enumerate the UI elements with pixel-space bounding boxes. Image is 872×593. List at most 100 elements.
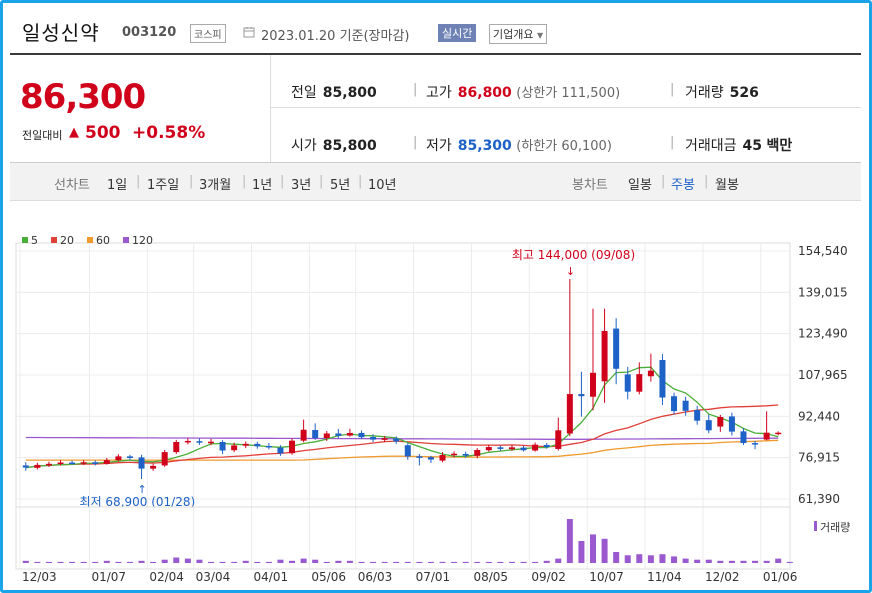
candle-body (22, 465, 29, 468)
candle-body (613, 328, 620, 369)
candle-body (416, 456, 423, 458)
stock-name: 일성신약 (22, 21, 100, 45)
candle-body (451, 453, 458, 456)
prev-close-value: 85,800 (322, 85, 377, 101)
low-label: 저가 (426, 138, 452, 154)
volume-bar (624, 555, 631, 563)
volume-bar (694, 559, 701, 563)
volume-bar (439, 561, 446, 563)
volume-bar (92, 561, 99, 563)
period-10y[interactable]: 10년 (368, 174, 397, 193)
price-panel: 86,300 전일대비 ▲ 500 +0.58% 전일 85,800 | 고가 86… (10, 55, 861, 163)
volume-bar (636, 554, 643, 563)
candle-body (312, 430, 319, 439)
volume-bar (196, 559, 203, 563)
trade-value-value: 45 (742, 138, 763, 154)
period-weekly[interactable]: 주봉 (671, 174, 695, 193)
candle-body (265, 445, 272, 448)
candle-body (335, 433, 342, 436)
volume-value: 526 (729, 85, 759, 101)
candle-body (184, 440, 191, 443)
candle-body (647, 370, 654, 377)
volume-bar (404, 561, 411, 563)
volume-bar (752, 560, 759, 563)
candle-body (242, 443, 249, 446)
period-monthly[interactable]: 월봉 (715, 174, 739, 193)
volume-bar (115, 561, 122, 563)
volume-bar (520, 561, 527, 563)
price-chart: 154,540 139,015 123,490 107,965 92,440 76,915… (15, 234, 850, 584)
candle-body (103, 460, 110, 464)
candle-body (543, 444, 550, 448)
candle-body (740, 431, 747, 444)
volume-bar (763, 560, 770, 563)
volume-bar (335, 560, 342, 563)
candle-body (346, 432, 353, 436)
x-tick-label: 09/02 (531, 570, 566, 584)
volume-bar (485, 561, 492, 563)
y-tick-label: 76,915 (798, 451, 840, 465)
x-tick-label: 01/06 (763, 570, 798, 584)
open-value: 85,800 (322, 138, 377, 154)
line-chart-label: 선차트 (54, 178, 90, 193)
volume-bar (323, 561, 330, 563)
volume-bar (173, 557, 180, 563)
divider: | (136, 174, 141, 189)
volume-bar (22, 560, 29, 563)
candle-body (381, 438, 388, 440)
chevron-down-icon: ▼ (536, 31, 544, 40)
candle-body (231, 445, 238, 451)
candle-body (57, 462, 64, 464)
divider: | (189, 174, 194, 189)
candle-body (717, 416, 724, 427)
lower-limit: (하한가 60,100) (516, 139, 612, 154)
volume-bar (103, 560, 110, 563)
candle-body (289, 440, 296, 454)
legend-label: 60 (96, 234, 110, 247)
prev-day-label: 전일대비 (22, 129, 63, 142)
divider: | (670, 82, 675, 97)
x-tick-label: 10/07 (589, 570, 624, 584)
divider: | (319, 174, 324, 189)
divider: | (358, 174, 363, 189)
period-bar: 선차트 1일 | 1주일 | 3개월 | 1년 | 3년 | 5년 | 10년 … (10, 163, 861, 201)
x-tick-label: 05/06 (311, 570, 346, 584)
volume-bar (578, 541, 585, 563)
period-3y[interactable]: 3년 (291, 174, 311, 193)
volume-bar (740, 560, 747, 563)
legend-label: 20 (60, 234, 74, 247)
volume-bar (312, 559, 319, 563)
volume-label: 거래량 (685, 85, 724, 101)
upper-limit: (상한가 111,500) (516, 86, 621, 101)
x-tick-label: 03/04 (196, 570, 231, 584)
period-5y[interactable]: 5년 (330, 174, 350, 193)
legend-swatch (22, 237, 28, 243)
period-1y[interactable]: 1년 (252, 174, 272, 193)
volume-bar (775, 558, 782, 563)
current-price: 86,300 (20, 77, 146, 117)
volume-legend-label: 거래량 (820, 521, 850, 534)
x-tick-label: 12/02 (705, 570, 740, 584)
realtime-button[interactable]: 실시간 (438, 24, 477, 42)
period-3m[interactable]: 3개월 (199, 174, 231, 193)
period-daily[interactable]: 일봉 (628, 174, 652, 193)
down-arrow-icon: ↓ (566, 265, 575, 278)
volume-bar (728, 560, 735, 563)
candle-body (532, 444, 539, 451)
volume: 거래량 526 (685, 82, 759, 102)
y-tick-label: 61,390 (798, 492, 840, 506)
period-1w[interactable]: 1주일 (147, 174, 179, 193)
candle-body (694, 410, 701, 421)
stock-header: 일성신약 003120 코스피 2023.01.20 기준(장마감) 실시간 기… (10, 9, 861, 55)
period-1d[interactable]: 1일 (107, 174, 127, 193)
volume-bar (254, 561, 261, 563)
volume-bar (647, 555, 654, 563)
x-tick-label: 02/04 (149, 570, 184, 584)
candle-body (566, 394, 573, 434)
candle-body (34, 464, 41, 468)
stock-code: 003120 (122, 25, 177, 40)
company-overview-dropdown[interactable]: 기업개요 ▼ (489, 24, 548, 44)
candle-body (300, 429, 307, 441)
divider: | (704, 174, 709, 189)
candle-body (659, 359, 666, 398)
